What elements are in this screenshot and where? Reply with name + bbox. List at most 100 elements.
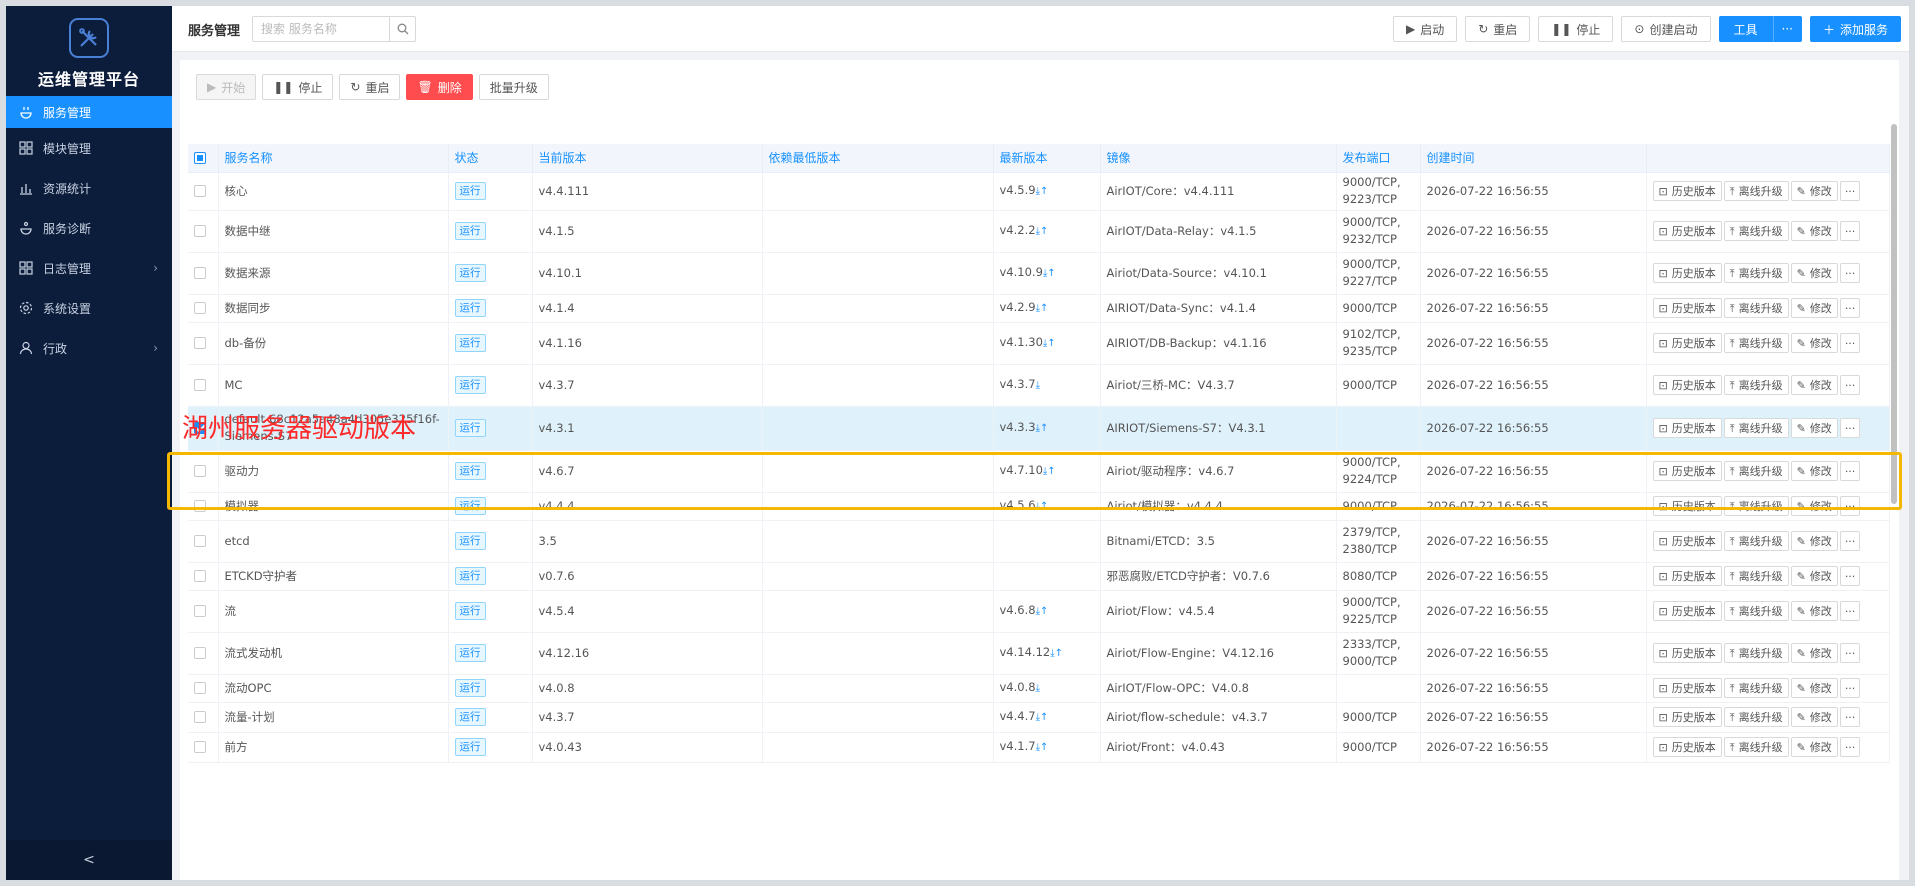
more-button[interactable]: ··· — [1839, 707, 1861, 727]
history-version-button[interactable]: ⊡ 历史版本 — [1652, 737, 1722, 757]
row-checkbox[interactable] — [188, 732, 219, 763]
row-checkbox[interactable] — [188, 210, 219, 253]
row-checkbox[interactable] — [188, 294, 219, 323]
edit-button[interactable]: ✎ 修改 — [1790, 181, 1838, 201]
more-button[interactable]: ··· — [1839, 531, 1861, 551]
sidebar-item[interactable]: 日志管理 › — [6, 248, 172, 288]
restart-button[interactable]: ↻ 重启 — [1465, 16, 1531, 42]
offline-upgrade-button[interactable]: ⤒ 离线升级 — [1723, 678, 1789, 698]
history-version-button[interactable]: ⊡ 历史版本 — [1652, 461, 1722, 481]
table-row[interactable]: 模拟器 运行 v4.4.4 v4.5.6⤓↑ Airiot/模拟器：v4.4.4 9000… — [188, 492, 1890, 521]
table-row[interactable]: 流量-计划 运行 v4.3.7 v4.4.7⤓↑ Airiot/flow-schedul… — [188, 702, 1890, 733]
history-version-button[interactable]: ⊡ 历史版本 — [1652, 181, 1722, 201]
download-upgrade-icon[interactable]: ⤓↑ — [1036, 712, 1049, 723]
download-upgrade-icon[interactable]: ⤓↑ — [1036, 186, 1049, 197]
edit-button[interactable]: ✎ 修改 — [1790, 707, 1838, 727]
offline-upgrade-button[interactable]: ⤒ 离线升级 — [1723, 496, 1789, 516]
table-row[interactable]: 前方 运行 v4.0.43 v4.1.7⤓↑ Airiot/Front：v4.0.43 9… — [188, 732, 1890, 763]
start-button[interactable]: ▶ 启动 — [1392, 16, 1458, 42]
edit-button[interactable]: ✎ 修改 — [1790, 298, 1838, 318]
batch-restart-button[interactable]: ↻ 重启 — [339, 74, 401, 100]
table-row[interactable]: db-备份 运行 v4.1.16 v4.1.30⤓↑ AIRIOT/DB-Backup：… — [188, 322, 1890, 365]
history-version-button[interactable]: ⊡ 历史版本 — [1652, 643, 1722, 663]
row-checkbox[interactable] — [188, 172, 219, 211]
history-version-button[interactable]: ⊡ 历史版本 — [1652, 601, 1722, 621]
table-row[interactable]: 数据中继 运行 v4.1.5 v4.2.2⤓↑ AirIOT/Data-Relay：v4… — [188, 210, 1890, 253]
history-version-button[interactable]: ⊡ 历史版本 — [1652, 496, 1722, 516]
more-button[interactable]: ··· — [1839, 566, 1861, 586]
stop-button[interactable]: ❚❚ 停止 — [1538, 16, 1614, 42]
edit-button[interactable]: ✎ 修改 — [1790, 601, 1838, 621]
edit-button[interactable]: ✎ 修改 — [1790, 418, 1838, 438]
table-row[interactable]: default-68c12a5a48a4d305e325f16f- Siemen… — [188, 406, 1890, 451]
offline-upgrade-button[interactable]: ⤒ 离线升级 — [1723, 707, 1789, 727]
download-upgrade-icon[interactable]: ⤓↑ — [1036, 742, 1049, 753]
edit-button[interactable]: ✎ 修改 — [1790, 375, 1838, 395]
offline-upgrade-button[interactable]: ⤒ 离线升级 — [1723, 221, 1789, 241]
download-upgrade-icon[interactable]: ⤓ — [1036, 380, 1040, 391]
sidebar-item[interactable]: 行政 › — [6, 328, 172, 368]
edit-button[interactable]: ✎ 修改 — [1790, 461, 1838, 481]
offline-upgrade-button[interactable]: ⤒ 离线升级 — [1723, 643, 1789, 663]
more-button[interactable]: ··· — [1839, 418, 1861, 438]
offline-upgrade-button[interactable]: ⤒ 离线升级 — [1723, 601, 1789, 621]
row-checkbox[interactable] — [188, 590, 219, 633]
offline-upgrade-button[interactable]: ⤒ 离线升级 — [1723, 531, 1789, 551]
tools-more-button[interactable]: ··· — [1772, 16, 1802, 42]
table-row[interactable]: 核心 运行 v4.4.111 v4.5.9⤓↑ AirIOT/Core：v4.4.111… — [188, 172, 1890, 211]
edit-button[interactable]: ✎ 修改 — [1790, 263, 1838, 283]
select-all-checkbox[interactable] — [188, 144, 219, 173]
history-version-button[interactable]: ⊡ 历史版本 — [1652, 678, 1722, 698]
more-button[interactable]: ··· — [1839, 221, 1861, 241]
table-row[interactable]: 流式发动机 运行 v4.12.16 v4.14.12⤓↑ Airiot/Flow-Eng… — [188, 632, 1890, 675]
more-button[interactable]: ··· — [1839, 643, 1861, 663]
edit-button[interactable]: ✎ 修改 — [1790, 566, 1838, 586]
batch-upgrade-button[interactable]: 批量升级 — [478, 74, 549, 100]
more-button[interactable]: ··· — [1839, 461, 1861, 481]
download-upgrade-icon[interactable]: ⤓↑ — [1036, 501, 1049, 512]
row-checkbox[interactable] — [188, 492, 219, 521]
download-upgrade-icon[interactable]: ⤓↑ — [1036, 226, 1049, 237]
download-upgrade-icon[interactable]: ⤓ — [1036, 683, 1040, 694]
more-button[interactable]: ··· — [1839, 181, 1861, 201]
download-upgrade-icon[interactable]: ⤓↑ — [1050, 648, 1063, 659]
row-checkbox[interactable] — [188, 252, 219, 295]
history-version-button[interactable]: ⊡ 历史版本 — [1652, 531, 1722, 551]
vertical-scrollbar[interactable] — [1891, 124, 1897, 504]
offline-upgrade-button[interactable]: ⤒ 离线升级 — [1723, 298, 1789, 318]
history-version-button[interactable]: ⊡ 历史版本 — [1652, 418, 1722, 438]
add-service-button[interactable]: ＋添加服务 — [1809, 16, 1901, 42]
table-row[interactable]: 流动OPC 运行 v4.0.8 v4.0.8⤓ AirIOT/Flow-OPC：V4.0… — [188, 674, 1890, 703]
more-button[interactable]: ··· — [1839, 601, 1861, 621]
table-row[interactable]: etcd 运行 3.5 Bitnami/ETCD：3.5 2379/TCP, 2380/… — [188, 520, 1890, 563]
edit-button[interactable]: ✎ 修改 — [1790, 678, 1838, 698]
more-button[interactable]: ··· — [1839, 737, 1861, 757]
sidebar-item[interactable]: 服务管理 — [6, 96, 172, 128]
download-upgrade-icon[interactable]: ⤓↑ — [1043, 466, 1056, 477]
sidebar-collapse-button[interactable]: < — [6, 840, 172, 880]
history-version-button[interactable]: ⊡ 历史版本 — [1652, 707, 1722, 727]
row-checkbox[interactable] — [188, 364, 219, 407]
edit-button[interactable]: ✎ 修改 — [1790, 496, 1838, 516]
edit-button[interactable]: ✎ 修改 — [1790, 221, 1838, 241]
edit-button[interactable]: ✎ 修改 — [1790, 643, 1838, 663]
edit-button[interactable]: ✎ 修改 — [1790, 531, 1838, 551]
table-row[interactable]: ETCKD守护者 运行 v0.7.6 邪恶腐败/ETCD守护者：V0.7.6 8080/… — [188, 562, 1890, 591]
sidebar-item[interactable]: 服务诊断 — [6, 208, 172, 248]
history-version-button[interactable]: ⊡ 历史版本 — [1652, 263, 1722, 283]
offline-upgrade-button[interactable]: ⤒ 离线升级 — [1723, 263, 1789, 283]
sidebar-item[interactable]: 资源统计 — [6, 168, 172, 208]
history-version-button[interactable]: ⊡ 历史版本 — [1652, 298, 1722, 318]
download-upgrade-icon[interactable]: ⤓↑ — [1036, 606, 1049, 617]
history-version-button[interactable]: ⊡ 历史版本 — [1652, 333, 1722, 353]
offline-upgrade-button[interactable]: ⤒ 离线升级 — [1723, 737, 1789, 757]
batch-stop-button[interactable]: ❚❚ 停止 — [262, 74, 334, 100]
more-button[interactable]: ··· — [1839, 263, 1861, 283]
edit-button[interactable]: ✎ 修改 — [1790, 737, 1838, 757]
offline-upgrade-button[interactable]: ⤒ 离线升级 — [1723, 181, 1789, 201]
search-input[interactable] — [253, 17, 389, 41]
download-upgrade-icon[interactable]: ⤓↑ — [1036, 423, 1049, 434]
table-row[interactable]: MC 运行 v4.3.7 v4.3.7⤓ Airiot/三桥-MC：V4.3.7 9000… — [188, 364, 1890, 407]
row-checkbox[interactable] — [188, 674, 219, 703]
edit-button[interactable]: ✎ 修改 — [1790, 333, 1838, 353]
